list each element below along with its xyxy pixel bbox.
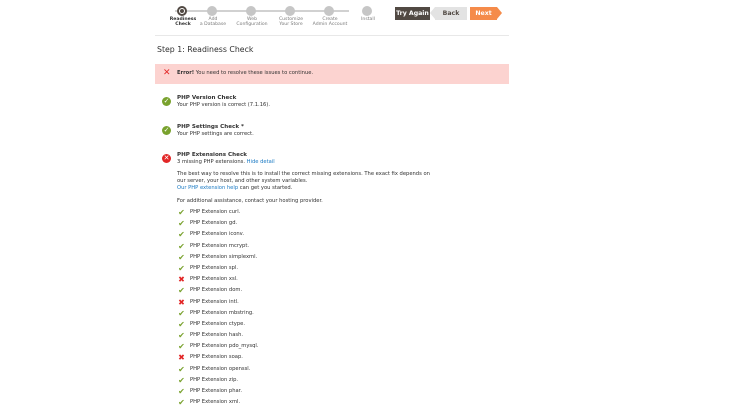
success-icon: ✓ [162,126,171,135]
next-button[interactable]: Next [470,7,502,20]
progress-steps: Readiness Check Add a Database Web Confi… [155,0,385,35]
step-dot [324,6,334,16]
progress-track [175,10,349,12]
cross-icon: ✖ [178,275,185,285]
extension-label: PHP Extension spl. [190,264,239,271]
checkmark-icon: ✔ [178,375,185,385]
extension-label: PHP Extension intl. [190,298,239,305]
extension-help-link[interactable]: Our PHP extension help [177,185,238,191]
php-version-desc: Your PHP version is correct (7.1.16). [177,102,270,108]
resolution-text: The best way to resolve this is to insta… [177,171,430,184]
php-settings-desc: Your PHP settings are correct. [177,131,254,137]
extension-label: PHP Extension simplexml. [190,253,258,260]
step-dot [207,6,217,16]
checkmark-icon: ✔ [178,364,185,374]
extension-label: PHP Extension iconv. [190,231,244,238]
assistance-text: For additional assistance, contact your … [177,198,323,204]
extension-label: PHP Extension dom. [190,287,243,294]
extension-label: PHP Extension mcrypt. [190,242,250,249]
error-body: You need to resolve these issues to cont… [194,70,314,76]
php-settings-title: PHP Settings Check * [177,124,244,130]
php-extensions-summary: 3 missing PHP extensions. [177,159,245,165]
extension-label: PHP Extension ctype. [190,320,246,327]
extension-label: PHP Extension pdo_mysql. [190,343,259,350]
hide-detail-link[interactable]: Hide detail [247,159,275,165]
checkmark-icon: ✔ [178,342,185,352]
help-line: Our PHP extension help can get you start… [177,185,437,192]
error-strong: Error! [177,70,195,76]
php-extensions-title: PHP Extensions Check [177,152,247,158]
checkmark-icon: ✔ [178,252,185,262]
php-extensions-desc: 3 missing PHP extensions. Hide detail [177,159,275,165]
step-dot [246,6,256,16]
error-text: Error! You need to resolve these issues … [177,70,313,76]
checkmark-icon: ✔ [178,208,185,217]
error-icon: ✕ [163,68,171,78]
checkmark-icon: ✔ [178,219,185,229]
error-message: ✕ Error! You need to resolve these issue… [155,64,509,84]
setup-wizard: Readiness Check Add a Database Web Confi… [0,0,750,407]
checkmark-icon: ✔ [178,331,185,341]
cross-icon: ✖ [178,297,185,307]
checkmark-icon: ✔ [178,263,185,273]
extension-label: PHP Extension zip. [190,376,239,383]
error-icon: ✕ [162,154,171,163]
extension-label: PHP Extension curl. [190,209,241,215]
extension-label: PHP Extension openssl. [190,365,251,372]
php-version-title: PHP Version Check [177,95,237,101]
step-dot [285,6,295,16]
extension-label: PHP Extension hash. [190,332,244,339]
step-dot [362,6,372,16]
extension-label: PHP Extension xsl. [190,276,238,283]
checkmark-icon: ✔ [178,319,185,329]
checkmark-icon: ✔ [178,241,185,251]
checkmark-icon: ✔ [178,286,185,296]
header-divider [155,35,509,36]
checkmark-icon: ✔ [178,387,185,396]
extension-label: PHP Extension gd. [190,220,238,227]
extension-label: PHP Extension phar. [190,388,242,394]
back-button[interactable]: Back [430,7,467,20]
extension-label: PHP Extension mbstring. [190,309,254,316]
extension-label: PHP Extension soap. [190,354,243,361]
checkmark-icon: ✔ [178,230,185,240]
step-dot [177,6,187,16]
checkmark-icon: ✔ [178,308,185,318]
cross-icon: ✖ [178,353,185,363]
step-label: Install [361,17,375,22]
extension-label: PHP Extension xml. [190,399,241,406]
help-suffix: can get you started. [238,185,293,191]
page-title: Step 1: Readiness Check [157,45,254,54]
try-again-button[interactable]: Try Again [395,7,430,20]
success-icon: ✓ [162,97,171,106]
